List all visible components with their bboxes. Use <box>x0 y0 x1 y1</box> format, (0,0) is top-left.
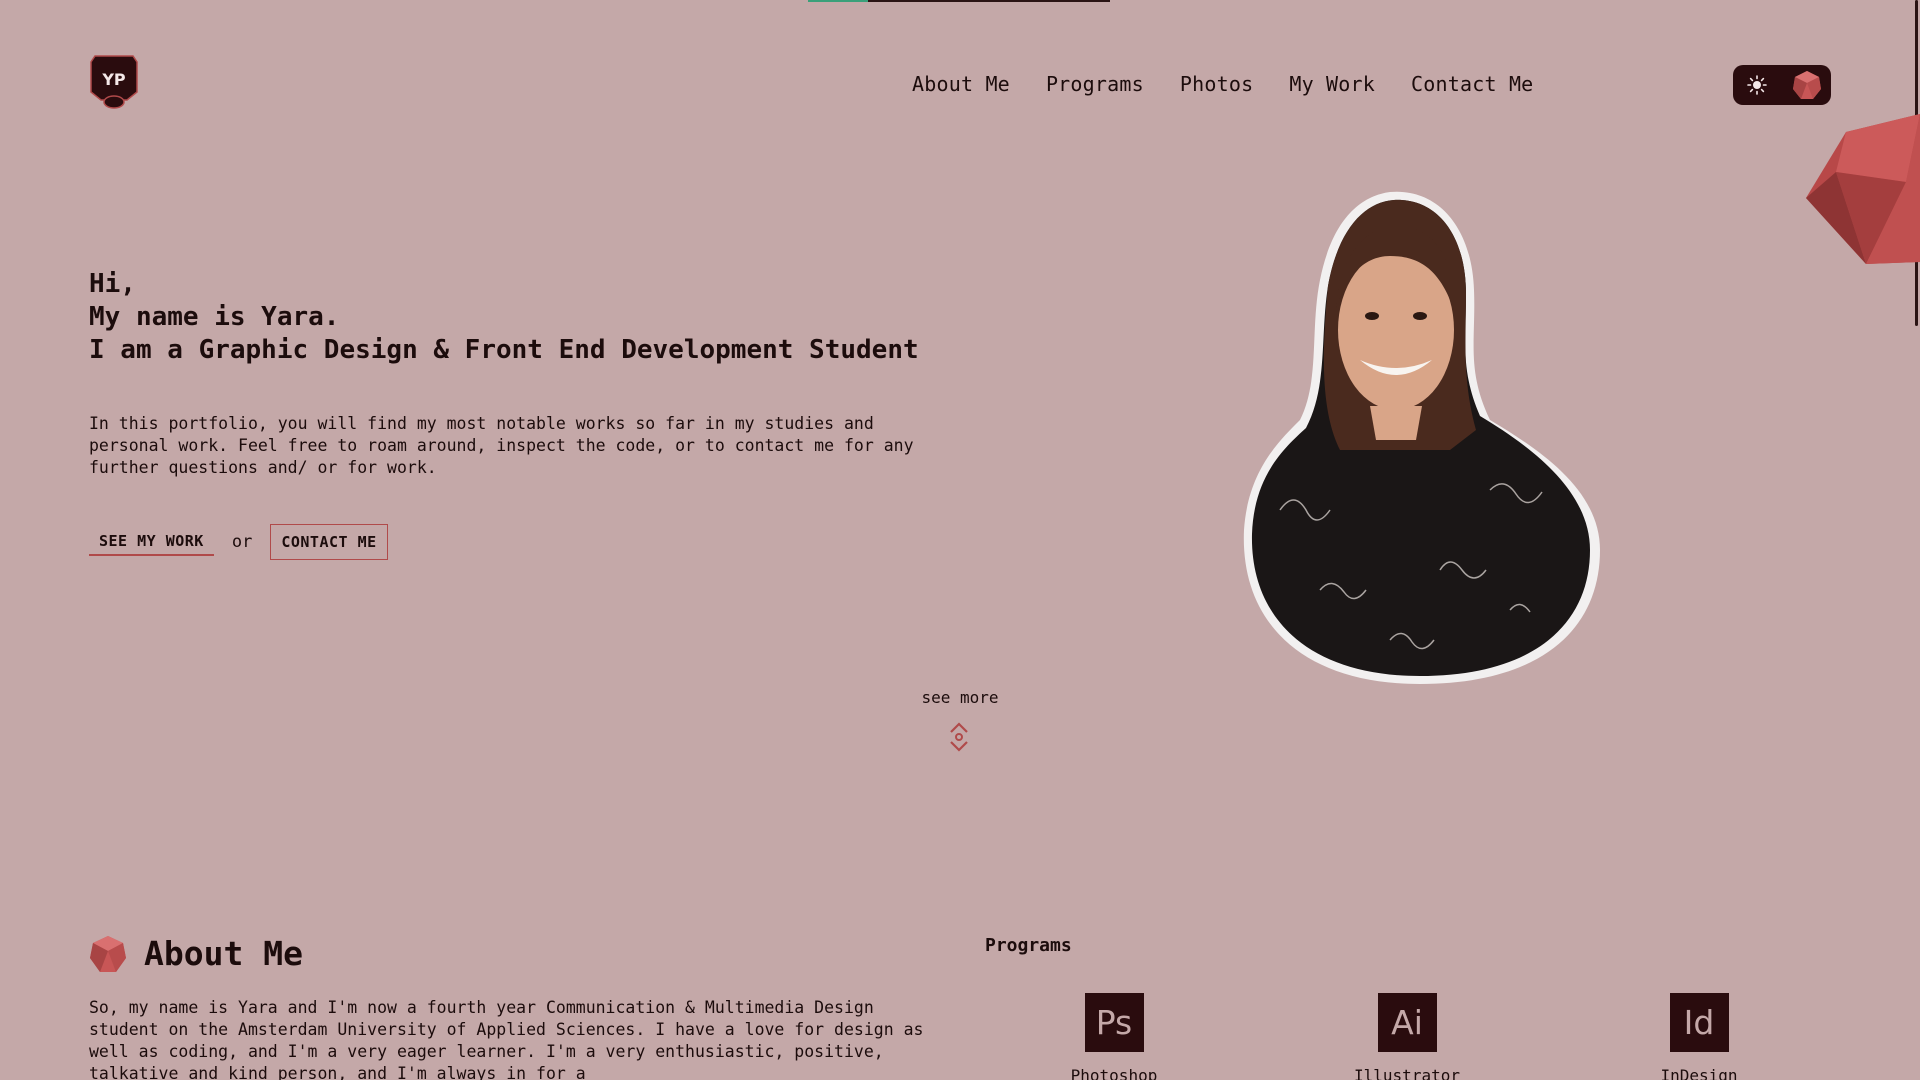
hero-intro: In this portfolio, you will find my most… <box>89 414 914 477</box>
profile-photo <box>1243 191 1600 684</box>
contact-me-button[interactable]: CONTACT ME <box>270 524 388 560</box>
programs-title: Programs <box>985 935 1072 956</box>
cta-row: SEE MY WORK or CONTACT ME <box>89 524 388 560</box>
program-photoshop: Ps Photoshop <box>1044 993 1184 1080</box>
logo-text: YP <box>101 70 126 89</box>
about-text: So, my name is Yara and I'm now a fourth… <box>89 998 924 1080</box>
main-nav: About Me Programs Photos My Work Contact… <box>912 72 1533 96</box>
indesign-icon: Id <box>1669 993 1729 1052</box>
see-more-link[interactable]: see more <box>920 688 1000 707</box>
nav-my-work[interactable]: My Work <box>1289 72 1375 96</box>
hero-greeting: Hi, <box>89 269 136 299</box>
sun-icon <box>1747 75 1767 95</box>
program-label: Illustrator <box>1354 1066 1460 1080</box>
or-text: or <box>231 532 253 552</box>
program-label: InDesign <box>1660 1066 1738 1080</box>
program-indesign: Id InDesign <box>1629 993 1769 1080</box>
decorative-gem-icon <box>1806 114 1920 264</box>
logo-badge-icon: YP <box>90 55 138 109</box>
theme-toggle[interactable] <box>1733 65 1831 105</box>
about-title: About Me <box>144 934 303 973</box>
nav-about-me[interactable]: About Me <box>912 72 1010 96</box>
logo-home-link[interactable]: YP <box>89 52 139 110</box>
scroll-progress-fill <box>808 0 869 2</box>
nav-programs[interactable]: Programs <box>1046 72 1144 96</box>
nav-photos[interactable]: Photos <box>1180 72 1253 96</box>
scroll-progress-bar <box>808 0 1110 2</box>
illustrator-icon: Ai <box>1377 993 1437 1052</box>
program-label: Photoshop <box>1070 1066 1158 1080</box>
hero-role: I am a Graphic Design & Front End Develo… <box>89 335 919 365</box>
see-my-work-button[interactable]: SEE MY WORK <box>89 528 214 556</box>
hero-name: My name is Yara. <box>89 302 340 332</box>
scroll-arrows-icon[interactable] <box>948 720 970 754</box>
photoshop-icon: Ps <box>1084 993 1144 1052</box>
hero-heading: Hi, My name is Yara. I am a Graphic Desi… <box>89 268 919 367</box>
program-illustrator: Ai Illustrator <box>1337 993 1477 1080</box>
nav-contact-me[interactable]: Contact Me <box>1411 72 1533 96</box>
gem-icon <box>90 936 126 972</box>
gem-icon <box>1793 71 1821 99</box>
